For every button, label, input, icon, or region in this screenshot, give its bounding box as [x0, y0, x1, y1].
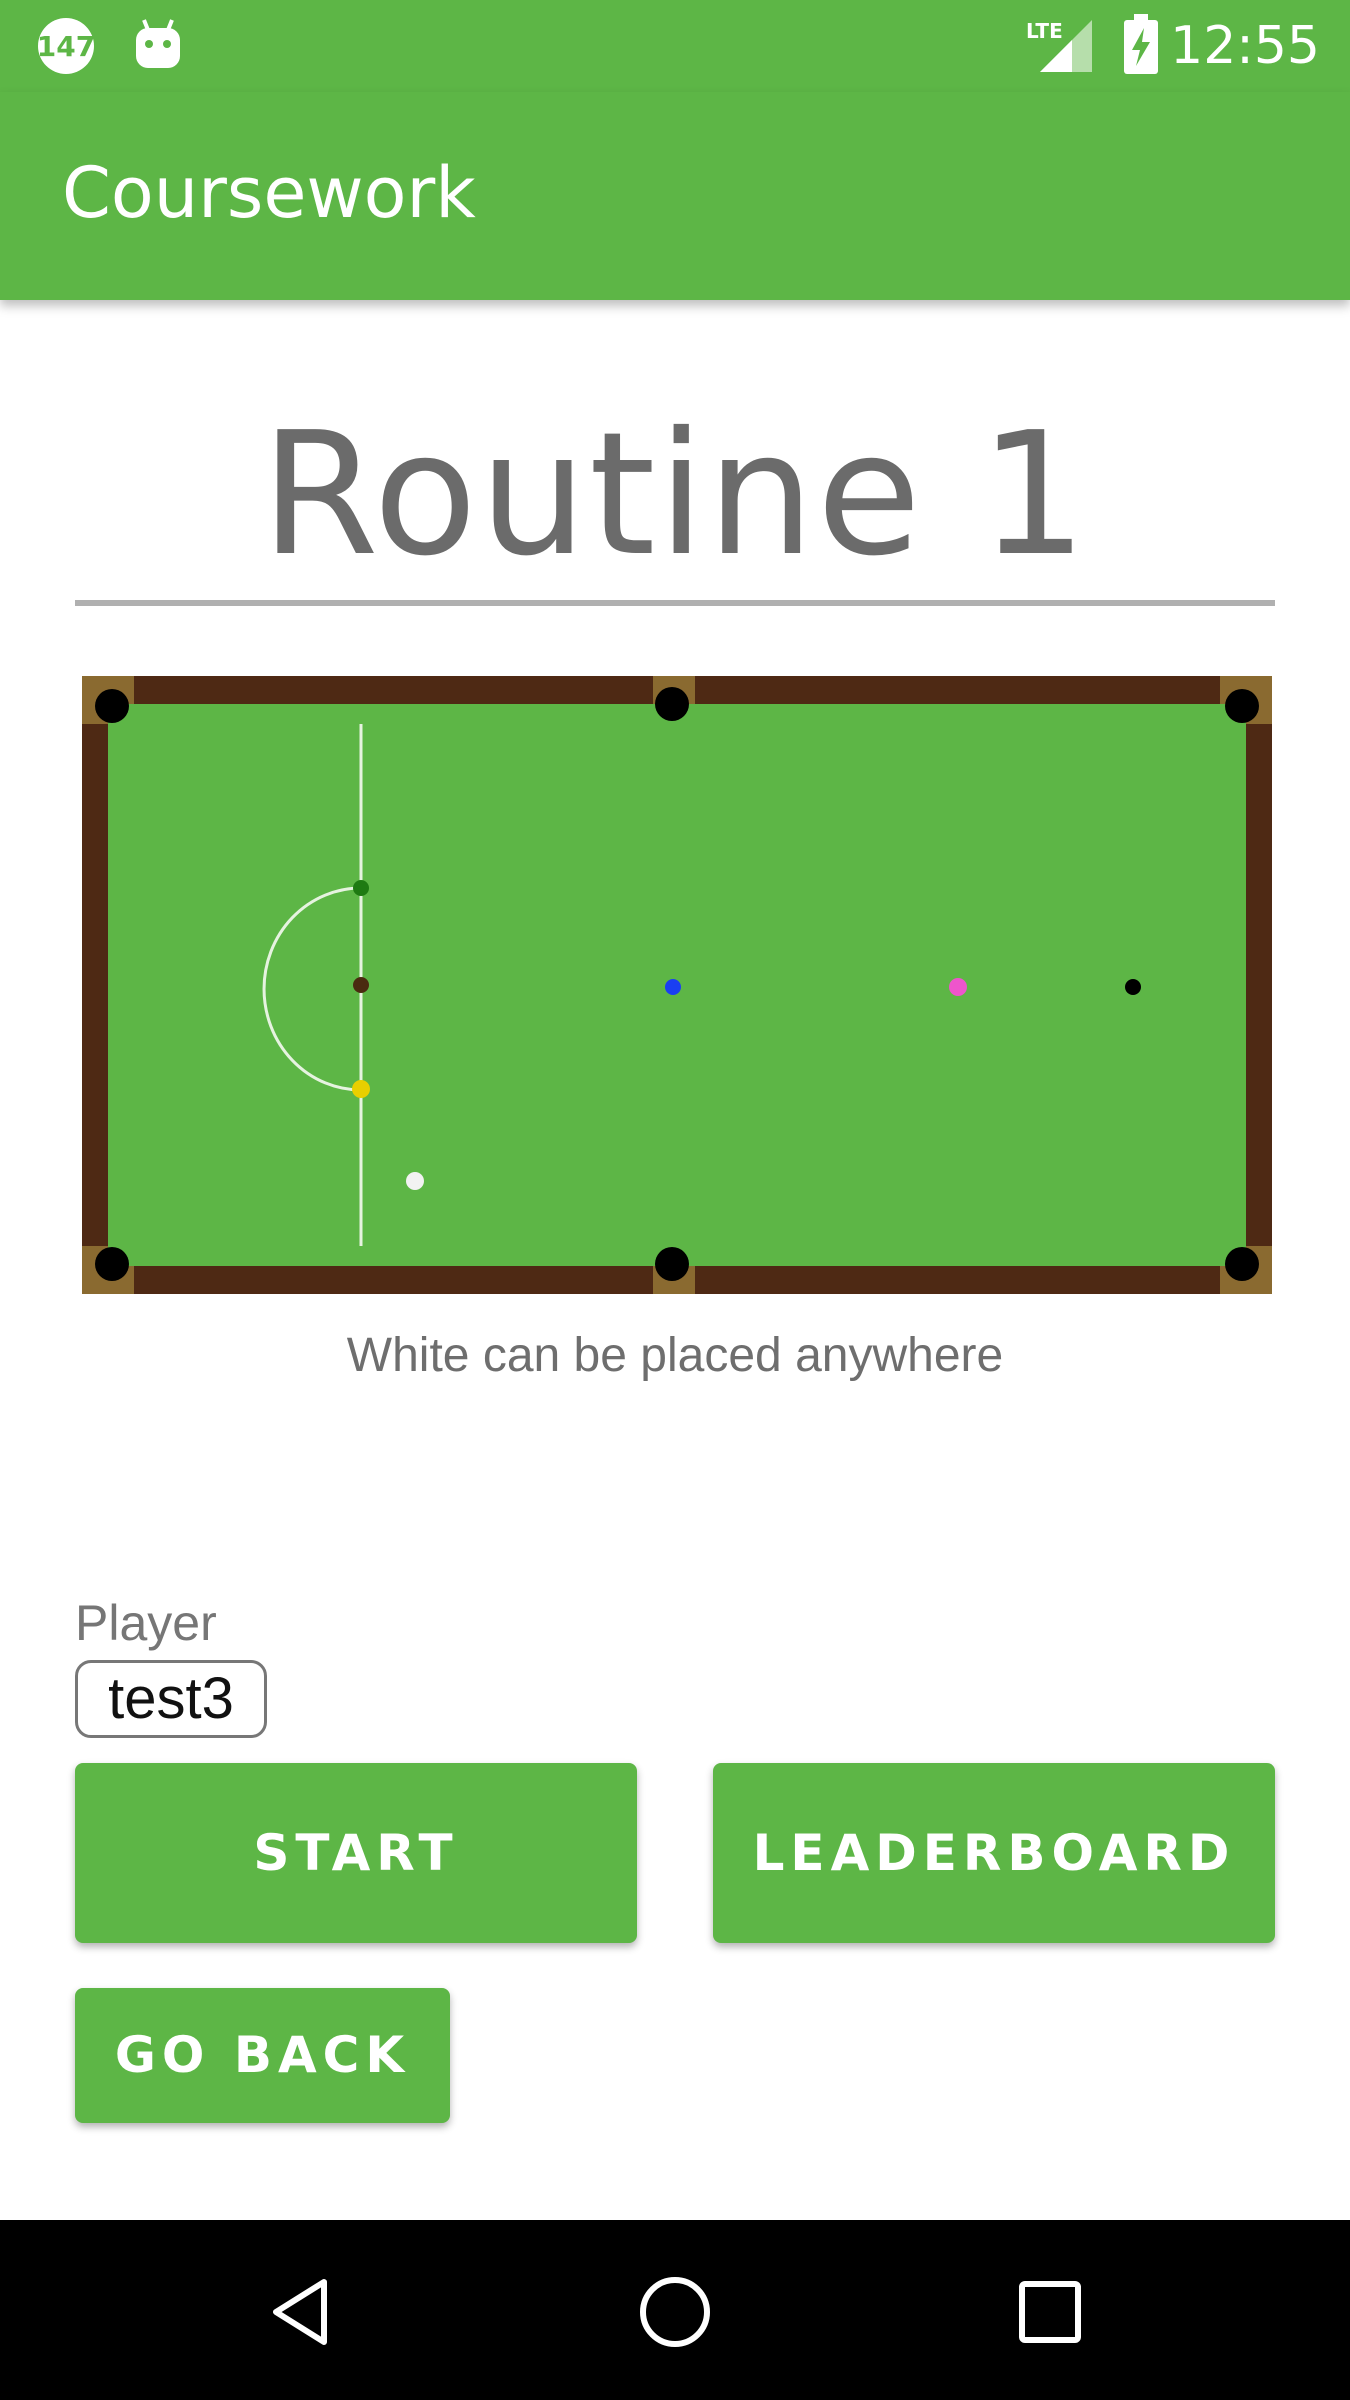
brown-ball [353, 977, 369, 993]
pocket [1225, 689, 1259, 723]
start-button[interactable]: START [75, 1763, 637, 1943]
lte-label: LTE [1026, 19, 1063, 43]
routine-caption: White can be placed anywhere [346, 1329, 1004, 1382]
status-bar: 147 LTE 12:55 [0, 0, 1350, 92]
snooker-table-graphic [82, 676, 1272, 1294]
back-triangle-icon[interactable] [262, 2272, 342, 2356]
pocket [655, 1247, 689, 1281]
green-ball [353, 880, 369, 896]
page-title: Routine 1 [260, 396, 1090, 594]
pocket [655, 687, 689, 721]
pocket [95, 689, 129, 723]
app-title: Coursework [62, 152, 476, 234]
battery-charging-icon [1122, 14, 1160, 80]
home-circle-icon[interactable] [635, 2272, 715, 2356]
title-divider [75, 600, 1275, 606]
pink-ball [949, 978, 967, 996]
notification-147-icon: 147 [36, 16, 100, 80]
white-ball[interactable] [406, 1172, 424, 1190]
player-label: Player [75, 1595, 217, 1651]
system-nav-bar [0, 2220, 1350, 2400]
black-ball [1125, 979, 1141, 995]
recents-square-icon[interactable] [1010, 2272, 1090, 2356]
lte-signal-icon: LTE [1024, 16, 1094, 78]
status-clock: 12:55 [1170, 16, 1320, 76]
android-debug-icon [132, 16, 184, 76]
snooker-table [82, 676, 1272, 1294]
go-back-button[interactable]: GO BACK [75, 1988, 450, 2123]
app-bar: Coursework [0, 92, 1350, 300]
yellow-ball [352, 1080, 370, 1098]
player-name-field[interactable]: test3 [75, 1660, 267, 1738]
leaderboard-button[interactable]: LEADERBOARD [713, 1763, 1275, 1943]
pocket [95, 1247, 129, 1281]
svg-text:147: 147 [37, 30, 95, 63]
pocket [1225, 1247, 1259, 1281]
blue-ball [665, 979, 681, 995]
